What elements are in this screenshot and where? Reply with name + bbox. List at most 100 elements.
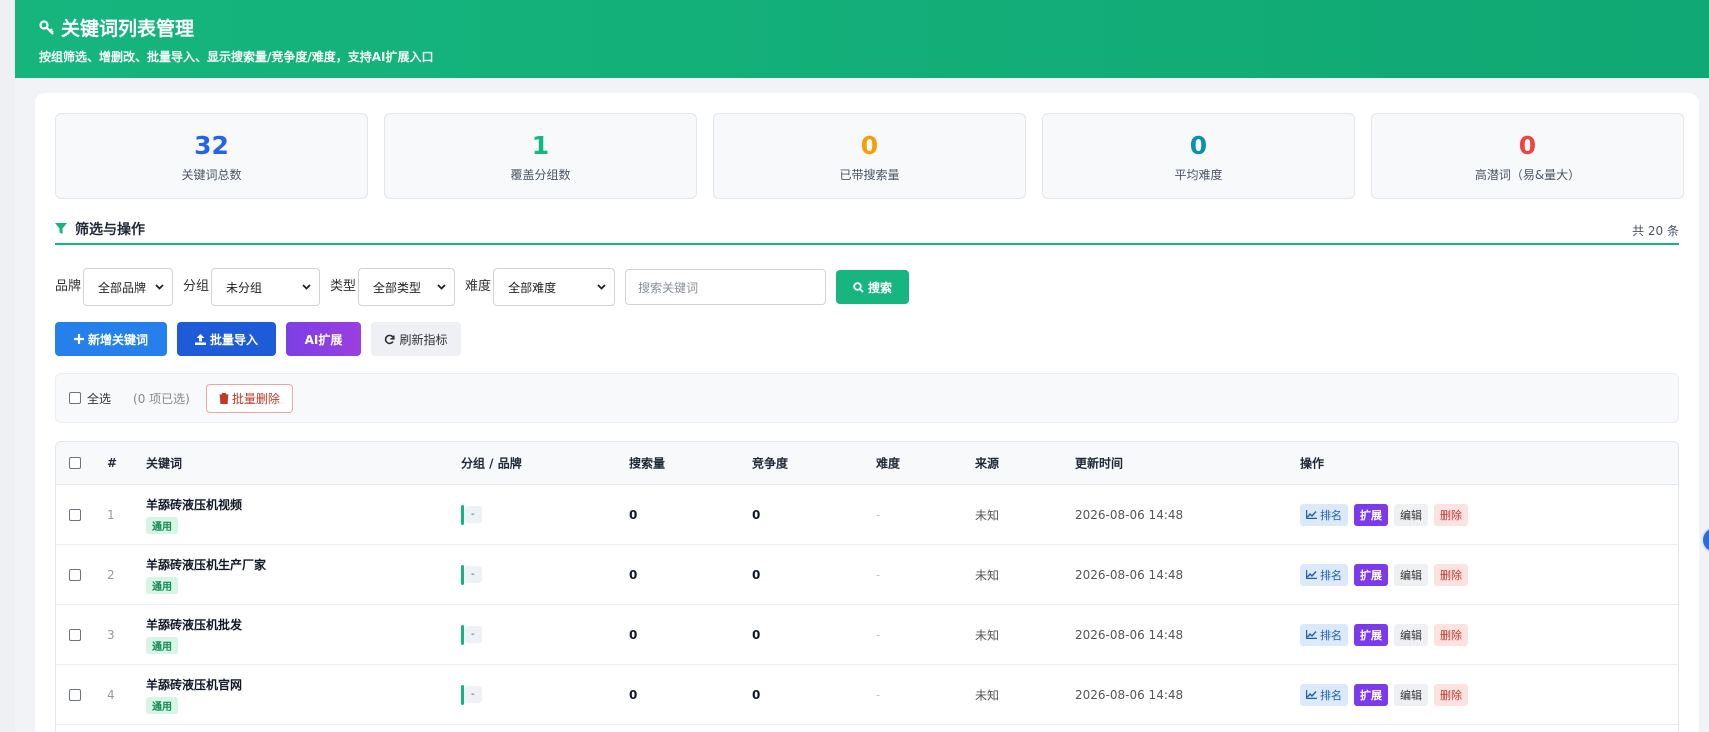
type-tag: 通用: [146, 577, 178, 594]
volume-value: 0: [629, 627, 638, 642]
row-checkbox[interactable]: [69, 688, 81, 701]
stat-value: 0: [1189, 131, 1208, 160]
edit-button[interactable]: 编辑: [1394, 563, 1428, 586]
chevron-down-icon: [597, 284, 606, 290]
edit-button[interactable]: 编辑: [1394, 683, 1428, 706]
select-all-label: 全选: [87, 391, 112, 406]
table-row: 1 羊舔砖液压机视频 通用 - 0 0 - 未知 2026-08-06 14:4…: [56, 485, 1678, 545]
delete-button[interactable]: 删除: [1434, 683, 1468, 706]
header-select-checkbox[interactable]: [69, 457, 81, 469]
bulk-import-button[interactable]: 批量导入: [177, 322, 276, 356]
table-row: 2 羊舔砖液压机生产厂家 通用 - 0 0 - 未知 2026-08-06 14…: [56, 545, 1678, 605]
ai-expand-button[interactable]: AI扩展: [286, 322, 361, 356]
table-row: 3 羊舔砖液压机批发 通用 - 0 0 - 未知 2026-08-06 14:4…: [56, 605, 1678, 665]
group-cell: -: [461, 564, 482, 585]
delete-button[interactable]: 删除: [1434, 563, 1468, 586]
expand-button[interactable]: 扩展: [1354, 563, 1388, 586]
stat-label: 覆盖分组数: [510, 168, 571, 182]
expand-button[interactable]: 扩展: [1354, 683, 1388, 706]
refresh-metrics-button[interactable]: 刷新指标: [371, 322, 461, 356]
competition-value: 0: [752, 627, 761, 642]
keyword-cell: 羊舔砖液压机批发 通用: [146, 616, 242, 654]
updated-value: 2026-08-06 14:48: [1075, 507, 1184, 522]
stats-row: 32 关键词总数 1 覆盖分组数 0 已带搜索量 0 平均难度 0 高潜词（易&…: [55, 113, 1684, 199]
row-actions: 排名 扩展 编辑 删除: [1300, 563, 1474, 586]
stat-card-potential: 0 高潜词（易&量大）: [1371, 113, 1684, 199]
keyword-text[interactable]: 羊舔砖液压机生产厂家: [146, 556, 266, 573]
rank-button[interactable]: 排名: [1300, 623, 1348, 646]
chevron-down-icon: [155, 284, 164, 290]
table-header: # 关键词 分组 / 品牌 搜索量 竞争度 难度 来源 更新时间 操作: [56, 442, 1678, 485]
type-tag: 通用: [146, 517, 178, 534]
difficulty-select[interactable]: 全部难度: [493, 268, 616, 306]
keyword-cell: 羊舔砖液压机官网 通用: [146, 676, 242, 714]
select-all-checkbox[interactable]: [69, 392, 81, 404]
type-select[interactable]: 全部类型: [358, 268, 456, 306]
rank-button[interactable]: 排名: [1300, 563, 1348, 586]
add-keyword-label: 新增关键词: [87, 332, 148, 347]
section-title-row: 筛选与操作: [55, 219, 145, 239]
rank-button[interactable]: 排名: [1300, 503, 1348, 526]
floating-scroll-button[interactable]: [1701, 526, 1709, 554]
updated-value: 2026-08-06 14:48: [1075, 567, 1184, 582]
rank-label: 排名: [1320, 688, 1342, 702]
keyword-text[interactable]: 羊舔砖液压机视频: [146, 496, 242, 513]
col-ops: 操作: [1300, 456, 1325, 471]
difficulty-select-value: 全部难度: [508, 280, 557, 295]
volume-value: 0: [629, 687, 638, 702]
keyword-cell: 羊舔砖液压机视频 通用: [146, 496, 242, 534]
brand-select[interactable]: 全部品牌: [83, 268, 174, 306]
search-button[interactable]: 搜索: [836, 270, 910, 304]
volume-value: 0: [629, 507, 638, 522]
search-icon: [853, 281, 864, 293]
group-pill: -: [464, 566, 482, 583]
edit-button[interactable]: 编辑: [1394, 623, 1428, 646]
keyword-table: # 关键词 分组 / 品牌 搜索量 竞争度 难度 来源 更新时间 操作 1 羊舔…: [55, 441, 1679, 732]
group-pill: -: [464, 506, 482, 523]
updated-value: 2026-08-06 14:48: [1075, 687, 1184, 702]
expand-button[interactable]: 扩展: [1354, 623, 1388, 646]
col-index: #: [107, 456, 118, 470]
row-actions: 排名 扩展 编辑 删除: [1300, 683, 1474, 706]
source-value: 未知: [975, 688, 1000, 702]
stat-value: 1: [531, 131, 550, 160]
rank-button[interactable]: 排名: [1300, 683, 1348, 706]
source-value: 未知: [975, 628, 1000, 642]
col-competition: 竞争度: [752, 456, 789, 471]
row-index: 1: [107, 507, 115, 522]
stat-card-volume: 0 已带搜索量: [713, 113, 1026, 199]
volume-value: 0: [629, 567, 638, 582]
keyword-search-input[interactable]: 搜索关键词: [625, 269, 827, 305]
search-placeholder: 搜索关键词: [638, 280, 699, 295]
add-keyword-button[interactable]: 新增关键词: [55, 322, 167, 356]
competition-value: 0: [752, 507, 761, 522]
group-cell: -: [461, 684, 482, 705]
source-value: 未知: [975, 568, 1000, 582]
difficulty-value: -: [876, 688, 880, 701]
row-checkbox[interactable]: [69, 628, 81, 641]
row-checkbox[interactable]: [69, 568, 81, 581]
row-checkbox[interactable]: [69, 508, 81, 521]
row-index: 3: [107, 627, 115, 642]
type-select-value: 全部类型: [373, 280, 422, 295]
updated-value: 2026-08-06 14:48: [1075, 627, 1184, 642]
result-count: 共 20 条: [1632, 224, 1679, 238]
edit-button[interactable]: 编辑: [1394, 503, 1428, 526]
brand-select-value: 全部品牌: [98, 280, 147, 295]
delete-button[interactable]: 删除: [1434, 503, 1468, 526]
col-group-brand: 分组 / 品牌: [461, 456, 522, 471]
keyword-text[interactable]: 羊舔砖液压机官网: [146, 676, 242, 693]
plus-icon: [73, 334, 84, 344]
filter-icon: [55, 223, 67, 234]
page-header: 关键词列表管理 按组筛选、增删改、批量导入、显示搜索量/竞争度/难度，支持AI扩…: [15, 0, 1709, 78]
chart-line-icon: [1306, 570, 1317, 579]
expand-button[interactable]: 扩展: [1354, 503, 1388, 526]
keyword-text[interactable]: 羊舔砖液压机批发: [146, 616, 242, 633]
col-difficulty: 难度: [876, 456, 901, 471]
difficulty-value: -: [876, 568, 880, 581]
chevron-down-icon: [437, 284, 446, 290]
delete-button[interactable]: 删除: [1434, 623, 1468, 646]
bulk-delete-button[interactable]: 批量删除: [205, 383, 293, 413]
group-select[interactable]: 未分组: [211, 268, 321, 306]
source-value: 未知: [975, 508, 1000, 522]
